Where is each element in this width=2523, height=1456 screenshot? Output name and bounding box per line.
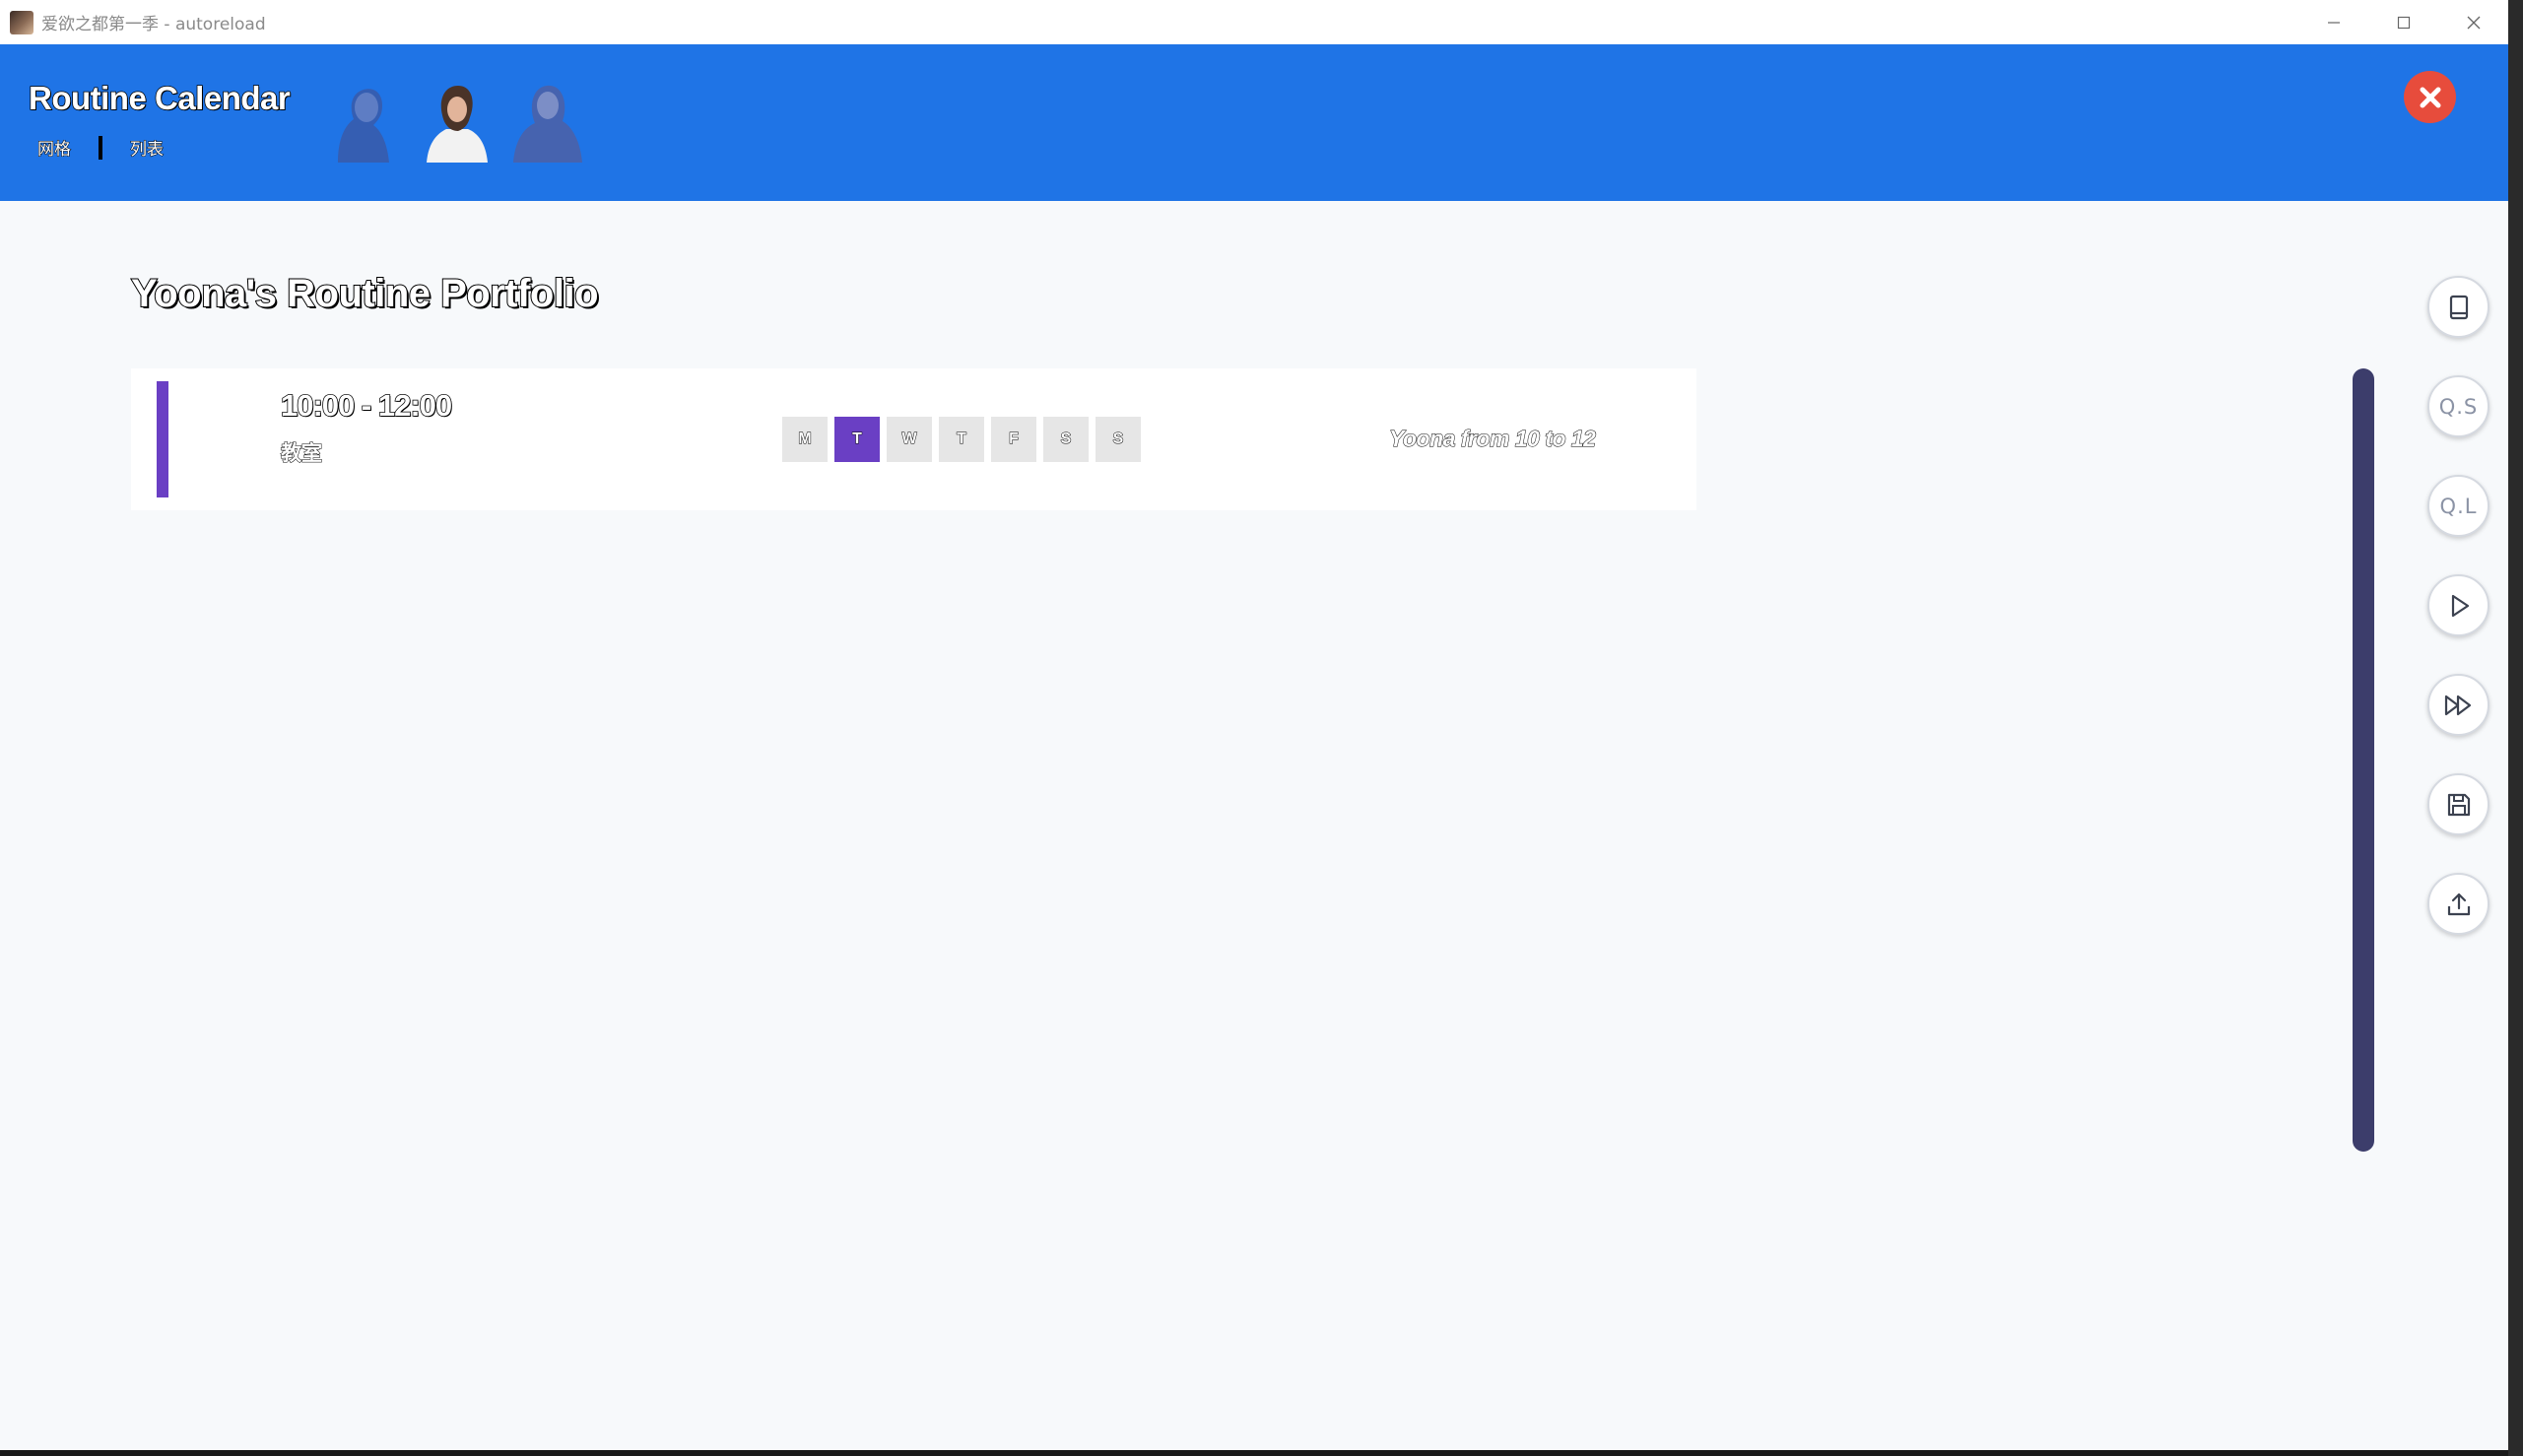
close-icon	[2420, 87, 2440, 107]
window-bottom-edge	[0, 1450, 2508, 1456]
day-monday: M	[782, 417, 828, 462]
routine-description: Yoona from 10 to 12	[1388, 426, 1596, 452]
history-button[interactable]	[2427, 276, 2490, 338]
character-portrait[interactable]	[505, 80, 590, 163]
os-titlebar: 爱欲之都第一季 - autoreload	[0, 0, 2508, 44]
minimize-button[interactable]	[2298, 0, 2368, 44]
maximize-icon	[2397, 16, 2410, 29]
scrollbar[interactable]	[2353, 368, 2374, 1152]
skip-button[interactable]	[2427, 674, 2490, 736]
close-icon	[2467, 16, 2480, 29]
auto-play-button[interactable]	[2427, 574, 2490, 636]
play-icon	[2451, 594, 2469, 617]
portrait-icon	[427, 86, 488, 163]
calendar-header: Routine Calendar 网格 列表	[0, 44, 2508, 201]
view-switch: 网格 列表	[32, 135, 169, 160]
upload-icon	[2447, 893, 2470, 915]
routine-accent-bar	[157, 381, 168, 497]
routine-card[interactable]: 10:00 - 12:00 教室 M T W T F S S Yoona fro…	[131, 368, 1696, 510]
app-icon	[10, 10, 33, 34]
save-button[interactable]	[2427, 773, 2490, 835]
window-controls	[2298, 0, 2508, 44]
tab-divider	[99, 135, 102, 160]
character-portrait[interactable]	[413, 80, 498, 163]
window-title: 爱欲之都第一季 - autoreload	[41, 15, 266, 34]
close-calendar-button[interactable]	[2404, 71, 2456, 123]
routine-location: 教室	[281, 441, 323, 466]
save-icon	[2447, 793, 2470, 816]
day-sunday: S	[1096, 417, 1141, 462]
portrait-icon	[338, 89, 389, 163]
tab-list[interactable]: 列表	[124, 135, 169, 160]
routine-time: 10:00 - 12:00	[280, 387, 453, 424]
day-wednesday: W	[887, 417, 932, 462]
character-portraits	[320, 80, 598, 163]
day-saturday: S	[1043, 417, 1089, 462]
header-title: Routine Calendar	[28, 79, 291, 117]
export-button[interactable]	[2427, 873, 2490, 935]
character-portrait[interactable]	[320, 80, 405, 163]
day-thursday: T	[939, 417, 984, 462]
portrait-icon	[513, 85, 582, 163]
routine-days: M T W T F S S	[782, 417, 1148, 462]
day-friday: F	[991, 417, 1036, 462]
app-window: 爱欲之都第一季 - autoreload Routine Calendar 网格…	[0, 0, 2508, 1453]
maximize-button[interactable]	[2368, 0, 2438, 44]
minimize-icon	[2327, 21, 2340, 24]
skip-icon	[2444, 695, 2471, 715]
page-title: Yoona's Routine Portfolio	[130, 271, 600, 316]
quick-load-button[interactable]: Q.L	[2427, 475, 2490, 537]
history-icon	[2449, 295, 2468, 319]
quick-save-button[interactable]: Q.S	[2427, 375, 2490, 437]
tab-grid[interactable]: 网格	[32, 135, 77, 160]
quick-menu: Q.S Q.L	[2427, 276, 2490, 972]
day-tuesday-active: T	[834, 417, 880, 462]
window-close-button[interactable]	[2438, 0, 2508, 44]
